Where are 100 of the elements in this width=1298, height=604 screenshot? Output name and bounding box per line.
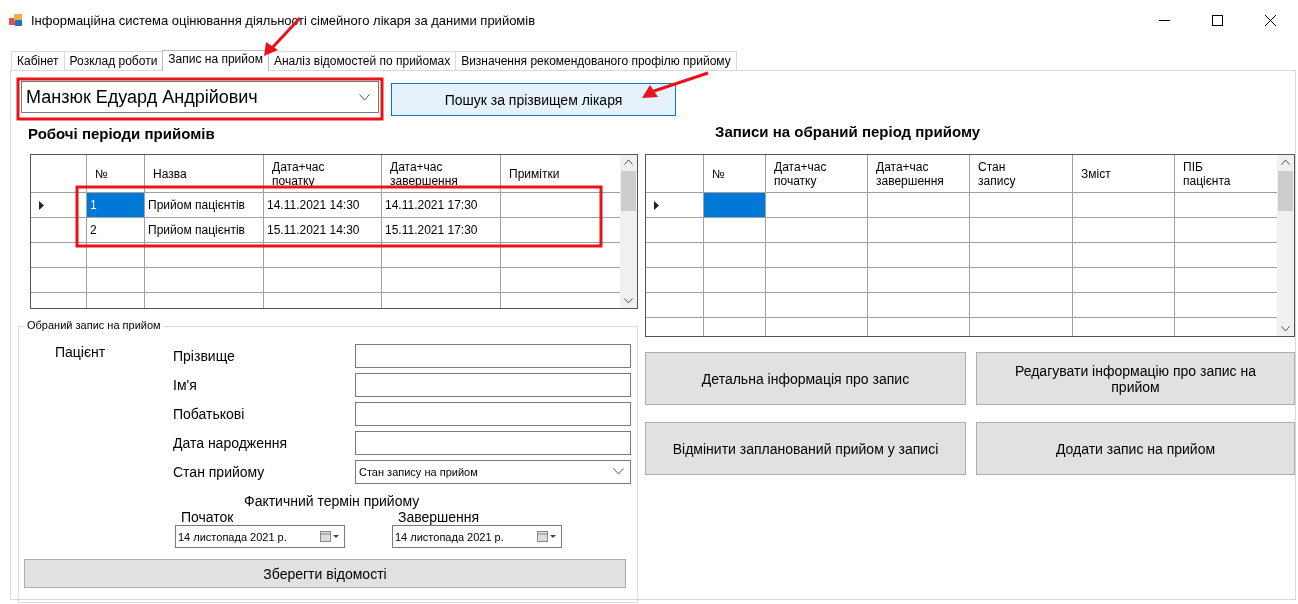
table-cell[interactable] bbox=[970, 218, 1073, 243]
table-cell[interactable] bbox=[704, 243, 766, 268]
table-cell[interactable] bbox=[1073, 243, 1175, 268]
table-cell[interactable] bbox=[1073, 293, 1175, 318]
table-cell[interactable] bbox=[868, 293, 970, 318]
table-cell[interactable]: 2 bbox=[87, 218, 145, 243]
calendar-icon bbox=[537, 531, 557, 542]
scrollbar[interactable] bbox=[1277, 155, 1294, 336]
table-cell[interactable] bbox=[145, 243, 264, 268]
table-cell[interactable] bbox=[868, 268, 970, 293]
table-cell[interactable] bbox=[1073, 193, 1175, 218]
table-cell[interactable] bbox=[704, 218, 766, 243]
row-header[interactable] bbox=[31, 243, 87, 268]
tab[interactable]: Розклад роботи bbox=[63, 51, 164, 70]
date-picker[interactable]: 14 листопада 2021 р. bbox=[175, 525, 345, 548]
row-header[interactable] bbox=[646, 218, 704, 243]
date-label: Завершення bbox=[397, 509, 481, 525]
save-button[interactable]: Зберегти відомості bbox=[24, 559, 626, 588]
table-cell[interactable] bbox=[868, 193, 970, 218]
field-label: Прізвище bbox=[173, 347, 235, 364]
column-header[interactable]: Дата+час завершення bbox=[868, 155, 970, 193]
table-cell[interactable] bbox=[970, 193, 1073, 218]
table-cell[interactable] bbox=[382, 268, 501, 293]
maximize-icon[interactable] bbox=[1212, 14, 1223, 26]
table-cell[interactable]: 14.11.2021 14:30 bbox=[264, 193, 382, 218]
column-header[interactable]: Зміст bbox=[1073, 155, 1175, 193]
table-cell[interactable] bbox=[766, 268, 868, 293]
tab[interactable]: Запис на прийом bbox=[162, 50, 269, 71]
field-label: Побатькові bbox=[173, 405, 245, 422]
close-icon[interactable] bbox=[1265, 14, 1276, 26]
table-cell[interactable] bbox=[382, 243, 501, 268]
input-field[interactable] bbox=[355, 430, 631, 455]
annotation-arrow bbox=[642, 71, 709, 98]
input-field[interactable] bbox=[355, 343, 631, 368]
tab[interactable]: Визначення рекомендованого профілю прийому bbox=[455, 51, 737, 70]
scrollbar[interactable] bbox=[620, 155, 637, 308]
action-button[interactable]: Редагувати інформацію про запис на прийом bbox=[976, 352, 1295, 405]
row-header[interactable] bbox=[646, 293, 704, 318]
table-cell[interactable] bbox=[766, 293, 868, 318]
table-cell[interactable] bbox=[264, 243, 382, 268]
row-header[interactable] bbox=[31, 218, 87, 243]
table-cell[interactable]: Прийом пацієнтів bbox=[145, 218, 264, 243]
calendar-icon bbox=[320, 531, 340, 542]
table-cell[interactable] bbox=[145, 268, 264, 293]
table-cell[interactable] bbox=[1073, 268, 1175, 293]
header-corner bbox=[646, 155, 704, 193]
column-header[interactable]: Стан запису bbox=[970, 155, 1073, 193]
column-header[interactable]: Назва bbox=[145, 155, 264, 193]
window-title: Інформаційна система оцінювання діяльності сімейного лікаря за даними прийомів bbox=[31, 12, 536, 28]
chevron-icon bbox=[613, 468, 624, 475]
date-label: Початок bbox=[180, 509, 235, 525]
table-cell[interactable] bbox=[87, 243, 145, 268]
table-cell[interactable] bbox=[1073, 218, 1175, 243]
action-button[interactable]: Додати запис на прийом bbox=[976, 422, 1295, 475]
table-cell[interactable] bbox=[704, 293, 766, 318]
table-cell[interactable]: 15.11.2021 17:30 bbox=[382, 218, 501, 243]
patient-label: Пацієнт bbox=[55, 344, 106, 360]
section-title: Записи на обраний період прийому bbox=[715, 123, 982, 142]
table-cell[interactable] bbox=[766, 243, 868, 268]
current-row-icon bbox=[39, 200, 44, 210]
table-cell[interactable] bbox=[868, 218, 970, 243]
action-button[interactable]: Детальна інформація про запис bbox=[645, 352, 966, 405]
table-cell[interactable] bbox=[970, 293, 1073, 318]
column-header[interactable]: Дата+час початку bbox=[766, 155, 868, 193]
input-field[interactable] bbox=[355, 372, 631, 397]
table-cell[interactable]: 14.11.2021 17:30 bbox=[382, 193, 501, 218]
scroll-thumb[interactable] bbox=[621, 171, 636, 211]
scroll-thumb[interactable] bbox=[1278, 171, 1293, 211]
row-header[interactable] bbox=[31, 268, 87, 293]
table-cell[interactable]: 1 bbox=[87, 193, 145, 218]
field-label: Дата народження bbox=[173, 434, 288, 451]
scroll-down-icon[interactable] bbox=[1281, 326, 1290, 332]
scroll-up-icon[interactable] bbox=[624, 159, 633, 165]
table-cell[interactable]: 15.11.2021 14:30 bbox=[264, 218, 382, 243]
table-cell[interactable]: Прийом пацієнтів bbox=[145, 193, 264, 218]
table-cell[interactable] bbox=[970, 268, 1073, 293]
chevron-icon bbox=[359, 93, 370, 101]
status-dropdown[interactable]: Стан запису на прийом bbox=[355, 459, 631, 484]
table-cell[interactable] bbox=[766, 193, 868, 218]
doctor-dropdown[interactable]: Манзюк Едуард Андрійович bbox=[21, 81, 379, 113]
table-cell[interactable] bbox=[970, 243, 1073, 268]
group-title: Обраний запис на прийом bbox=[25, 319, 163, 331]
action-button[interactable]: Відмінити запланований прийом у записі bbox=[645, 422, 966, 475]
date-picker[interactable]: 14 листопада 2021 р. bbox=[392, 525, 562, 548]
field-label: Ім'я bbox=[173, 376, 197, 393]
scroll-down-icon[interactable] bbox=[624, 298, 633, 304]
table-cell[interactable] bbox=[87, 268, 145, 293]
tab[interactable]: Кабінет bbox=[11, 51, 65, 70]
input-field[interactable] bbox=[355, 401, 631, 426]
row-header[interactable] bbox=[646, 243, 704, 268]
table-cell[interactable] bbox=[704, 193, 766, 218]
table-cell[interactable] bbox=[264, 268, 382, 293]
table-cell[interactable] bbox=[868, 243, 970, 268]
table-cell[interactable] bbox=[704, 268, 766, 293]
row-header[interactable] bbox=[646, 268, 704, 293]
table-cell[interactable] bbox=[766, 218, 868, 243]
column-header[interactable]: Дата+час початку bbox=[264, 155, 382, 193]
search-button[interactable]: Пошук за прізвищем лікаря bbox=[391, 83, 676, 116]
column-header[interactable]: Дата+час завершення bbox=[382, 155, 501, 193]
scroll-up-icon[interactable] bbox=[1281, 159, 1290, 165]
